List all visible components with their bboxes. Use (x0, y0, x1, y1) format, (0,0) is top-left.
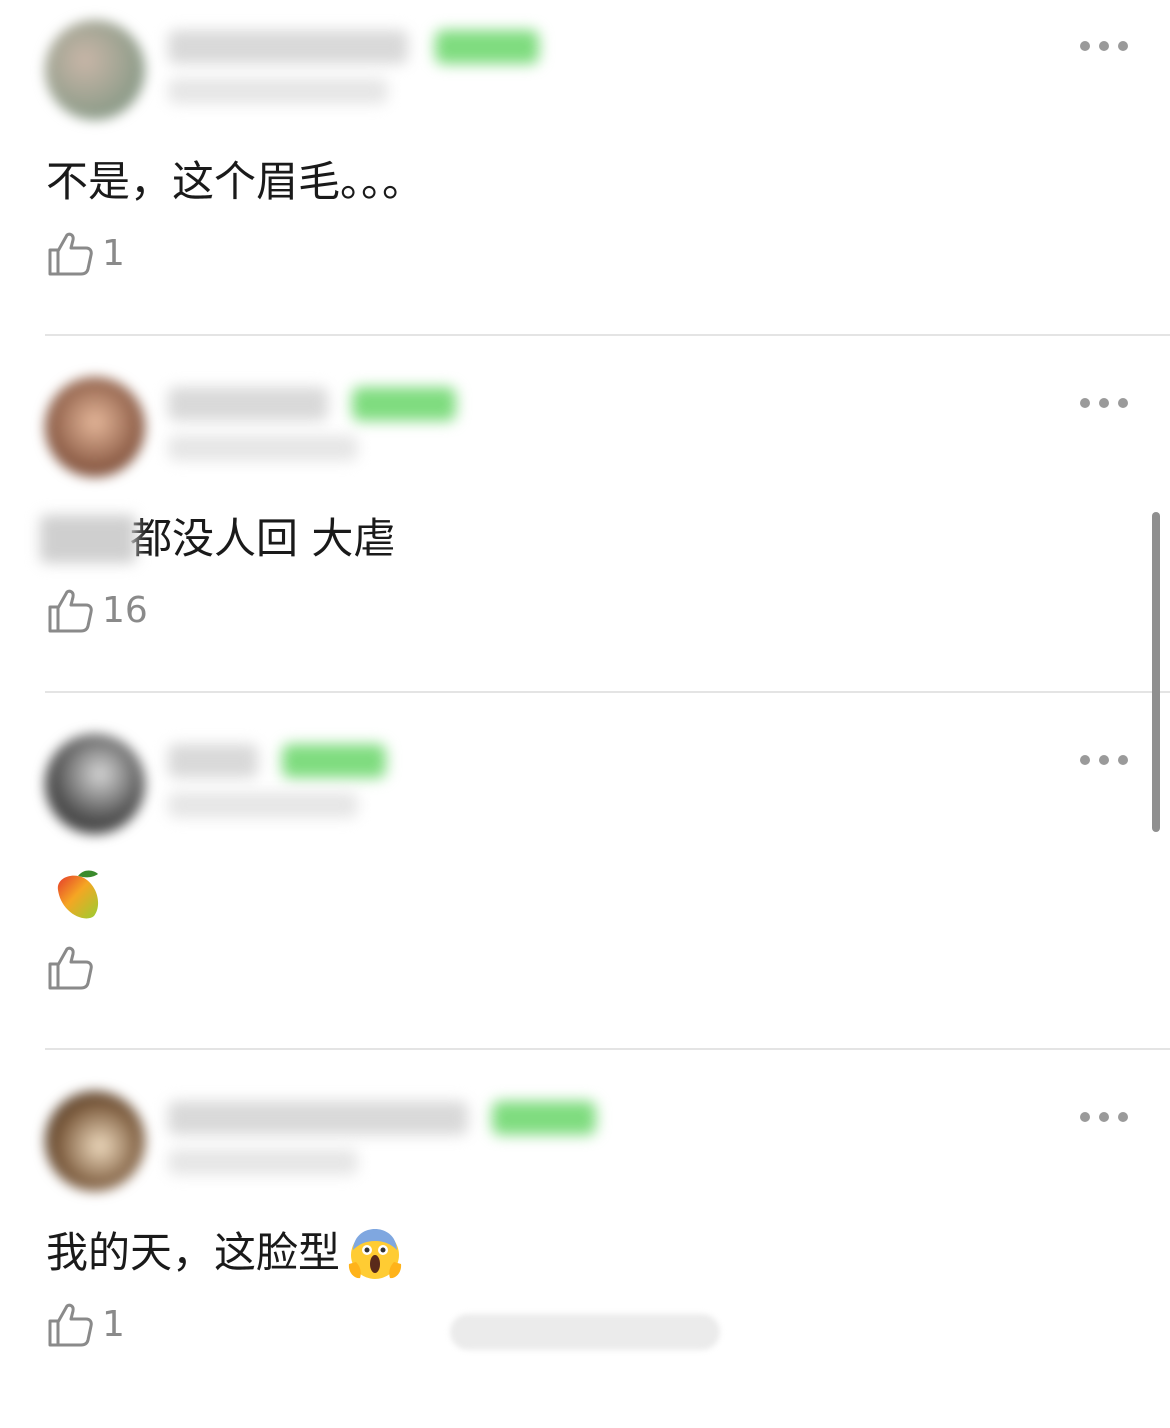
more-options-button[interactable] (1080, 742, 1128, 778)
more-options-button[interactable] (1080, 385, 1128, 421)
like-count: 1 (102, 1303, 125, 1345)
watermark-redacted (450, 1314, 720, 1350)
username-redacted[interactable] (168, 30, 408, 64)
comment-text: 我的天，这脸型 (46, 1223, 404, 1283)
comment-text (46, 866, 106, 922)
comment-text-content: 不是，这个眉毛。。。 (46, 157, 425, 206)
comment-meta-redacted (168, 78, 388, 104)
username-redacted[interactable] (168, 387, 328, 421)
like-button[interactable]: 1 (46, 1296, 125, 1352)
divider (45, 691, 1170, 693)
like-button[interactable]: 16 (46, 582, 148, 638)
face-screaming-icon (348, 1229, 402, 1279)
comment-item: 我的天，这脸型 1 (0, 1071, 1170, 1428)
like-count: 16 (102, 589, 148, 631)
mango-icon (57, 870, 99, 919)
avatar[interactable] (45, 377, 145, 477)
comment-text-content: 我的天，这脸型 (46, 1228, 341, 1277)
comment-meta-redacted (168, 792, 358, 818)
like-count: 1 (102, 232, 125, 274)
avatar[interactable] (45, 1091, 145, 1191)
user-badge (282, 744, 386, 778)
comment-meta-redacted (168, 435, 358, 461)
comment-meta-redacted (168, 1149, 358, 1175)
thumbs-up-icon (48, 589, 93, 633)
comment-text-content: 都没人回 大虐 (130, 514, 396, 563)
username-redacted[interactable] (168, 1101, 468, 1135)
comment-item (0, 714, 1170, 1071)
like-button[interactable]: 1 (46, 225, 125, 281)
avatar[interactable] (45, 734, 145, 834)
thumbs-up-icon (48, 1303, 93, 1347)
more-options-button[interactable] (1080, 28, 1128, 64)
thumbs-up-icon (48, 946, 93, 990)
scrollbar[interactable] (1152, 512, 1160, 832)
like-button[interactable] (46, 939, 102, 995)
comment-item: 都没人回 大虐 16 (0, 357, 1170, 714)
user-badge (352, 387, 456, 421)
more-options-button[interactable] (1080, 1099, 1128, 1135)
comment-item: 不是，这个眉毛。。。 1 (0, 0, 1170, 357)
divider (45, 334, 1170, 336)
divider (45, 1048, 1170, 1050)
thumbs-up-icon (48, 232, 93, 276)
user-badge (492, 1101, 596, 1135)
comment-text: 都没人回 大虐 (40, 509, 395, 569)
avatar[interactable] (45, 20, 145, 120)
comment-text: 不是，这个眉毛。。。 (46, 152, 424, 212)
redacted-text (40, 515, 136, 563)
user-badge (435, 30, 539, 64)
username-redacted[interactable] (168, 744, 258, 778)
